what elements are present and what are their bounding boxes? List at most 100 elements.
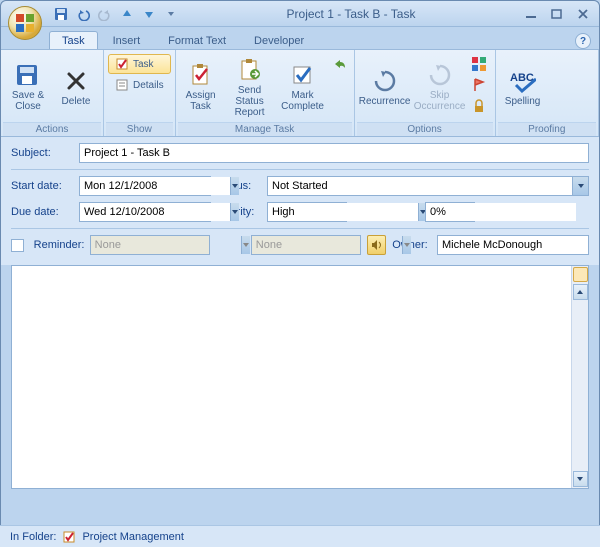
- due-date-dropdown[interactable]: [230, 203, 239, 221]
- priority-combo[interactable]: [267, 202, 347, 222]
- minimize-button[interactable]: [521, 6, 541, 22]
- delete-label: Delete: [62, 96, 91, 107]
- categorize-button[interactable]: [469, 54, 491, 74]
- group-label-actions: Actions: [3, 122, 101, 136]
- manage-task-extra-button[interactable]: [330, 54, 350, 74]
- group-label-show: Show: [106, 122, 173, 136]
- due-date-picker[interactable]: [79, 202, 211, 222]
- qat-customize-button[interactable]: [161, 4, 181, 24]
- scroll-down-button[interactable]: [573, 471, 588, 487]
- due-date-input[interactable]: [80, 203, 230, 221]
- pct-complete-input[interactable]: [426, 203, 576, 221]
- ribbon-group-options: Recurrence Skip Occurrence Options: [355, 50, 496, 136]
- reminder-date-dropdown: [241, 236, 250, 254]
- assign-task-label: Assign Task: [182, 90, 220, 112]
- recurrence-button[interactable]: Recurrence: [359, 54, 411, 120]
- tab-developer[interactable]: Developer: [241, 31, 317, 49]
- chevron-down-icon: [576, 475, 584, 483]
- arrow-up-icon: [121, 8, 133, 20]
- save-close-label: Save & Close: [7, 90, 49, 112]
- tab-task[interactable]: Task: [49, 31, 98, 49]
- chevron-down-icon: [242, 241, 250, 249]
- undo-icon: [76, 7, 90, 21]
- task-body-editor[interactable]: [11, 265, 589, 489]
- assign-task-button[interactable]: Assign Task: [180, 54, 222, 120]
- start-date-label: Start date:: [11, 180, 73, 192]
- start-date-input[interactable]: [80, 177, 230, 195]
- save-and-close-button[interactable]: Save & Close: [5, 54, 51, 120]
- subject-label: Subject:: [11, 147, 73, 159]
- in-folder-label: In Folder:: [10, 531, 56, 543]
- private-button[interactable]: [469, 96, 491, 116]
- vertical-scrollbar[interactable]: [571, 266, 588, 488]
- ribbon-group-manage-task: Assign Task Send Status Report Mark Comp…: [176, 50, 355, 136]
- start-date-picker[interactable]: [79, 176, 211, 196]
- office-logo-icon: [15, 13, 35, 33]
- send-status-report-button[interactable]: Send Status Report: [224, 54, 276, 120]
- details-icon: [115, 78, 129, 92]
- send-status-label: Send Status Report: [226, 85, 274, 118]
- skip-occurrence-label: Skip Occurrence: [414, 90, 466, 112]
- owner-input[interactable]: [437, 235, 589, 255]
- status-combo[interactable]: [267, 176, 589, 196]
- status-input[interactable]: [268, 177, 572, 195]
- chevron-down-icon: [403, 241, 411, 249]
- reminder-label: Reminder:: [34, 239, 84, 251]
- lock-icon: [471, 98, 487, 114]
- task-folder-icon: [62, 530, 76, 544]
- pct-complete-input-wrap[interactable]: [425, 202, 475, 222]
- reminder-date-input: [91, 236, 241, 254]
- recurrence-icon: [372, 68, 398, 94]
- ribbon: Save & Close Delete Actions Task Details: [1, 49, 599, 137]
- folder-name: Project Management: [82, 531, 184, 543]
- office-button[interactable]: [8, 6, 42, 40]
- ruler-toggle-button[interactable]: [573, 267, 588, 282]
- skip-occurrence-button: Skip Occurrence: [413, 54, 467, 120]
- show-details-button[interactable]: Details: [108, 75, 171, 95]
- delete-button[interactable]: Delete: [53, 54, 99, 120]
- ribbon-group-proofing: ABC Spelling Proofing: [496, 50, 599, 136]
- status-bar: In Folder: Project Management: [0, 525, 600, 547]
- close-icon: [577, 8, 589, 20]
- status-dropdown[interactable]: [572, 177, 588, 195]
- send-status-icon: [237, 57, 263, 83]
- task-icon: [115, 57, 129, 71]
- save-button[interactable]: [51, 4, 71, 24]
- maximize-button[interactable]: [547, 6, 567, 22]
- delete-icon: [63, 68, 89, 94]
- next-item-button[interactable]: [139, 4, 159, 24]
- follow-up-button[interactable]: [469, 75, 491, 95]
- subject-input[interactable]: [79, 143, 589, 163]
- divider: [11, 228, 589, 229]
- due-date-label: Due date:: [11, 206, 73, 218]
- show-task-button[interactable]: Task: [108, 54, 171, 74]
- start-date-dropdown[interactable]: [230, 177, 239, 195]
- assign-task-icon: [188, 62, 214, 88]
- window-controls: [521, 6, 593, 22]
- chevron-down-icon: [231, 182, 239, 190]
- spelling-label: Spelling: [505, 96, 541, 107]
- flag-icon: [471, 77, 487, 93]
- redo-button[interactable]: [95, 4, 115, 24]
- mark-complete-button[interactable]: Mark Complete: [278, 54, 328, 120]
- ribbon-group-actions: Save & Close Delete Actions: [1, 50, 104, 136]
- help-icon: ?: [580, 36, 586, 47]
- show-task-label: Task: [133, 59, 154, 70]
- reminder-checkbox[interactable]: [11, 239, 24, 252]
- redo-icon: [98, 7, 112, 21]
- tab-insert[interactable]: Insert: [100, 31, 154, 49]
- reply-icon: [332, 56, 348, 72]
- group-label-options: Options: [357, 122, 493, 136]
- close-button[interactable]: [573, 6, 593, 22]
- reminder-date-combo: [90, 235, 210, 255]
- tab-format-text[interactable]: Format Text: [155, 31, 239, 49]
- spelling-icon: ABC: [510, 68, 536, 94]
- help-button[interactable]: ?: [575, 33, 591, 49]
- undo-button[interactable]: [73, 4, 93, 24]
- scroll-up-button[interactable]: [573, 284, 588, 300]
- prev-item-button[interactable]: [117, 4, 137, 24]
- priority-input[interactable]: [268, 203, 418, 221]
- spelling-button[interactable]: ABC Spelling: [500, 54, 546, 120]
- reminder-time-dropdown: [402, 236, 411, 254]
- minimize-icon: [525, 8, 537, 20]
